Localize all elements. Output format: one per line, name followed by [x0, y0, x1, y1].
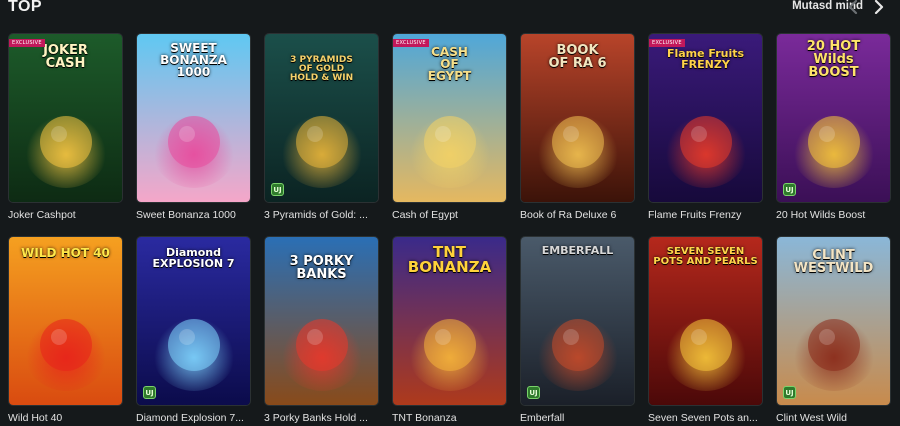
game-title[interactable]: 3 Pyramids of Gold: ... [264, 209, 392, 221]
game-tile[interactable]: 3 PYRAMIDS OF GOLD HOLD & WIN UJ 3 Pyramid… [264, 33, 379, 221]
new-badge: UJ [271, 183, 284, 196]
game-thumbnail[interactable]: CLINT WESTWILD UJ [776, 236, 891, 406]
game-title[interactable]: 3 Porky Banks Hold ... [264, 412, 392, 424]
game-title[interactable]: TNT Bonanza [392, 412, 520, 424]
game-logo: 3 PORKY BANKS [289, 254, 354, 282]
game-thumbnail[interactable]: 3 PYRAMIDS OF GOLD HOLD & WIN UJ [264, 33, 379, 203]
game-thumbnail[interactable]: JOKER CASH EXCLUSIVE [8, 33, 123, 203]
game-title[interactable]: Diamond Explosion 7... [136, 412, 264, 424]
game-title[interactable]: Wild Hot 40 [8, 412, 136, 424]
game-title[interactable]: Joker Cashpot [8, 209, 136, 221]
new-badge: UJ [143, 386, 156, 399]
game-title[interactable]: Book of Ra Deluxe 6 [520, 209, 648, 221]
game-logo: SEVEN SEVEN POTS AND PEARLS [653, 246, 758, 267]
game-tile[interactable]: WILD HOT 40 Wild Hot 40 [8, 236, 123, 424]
game-tile[interactable]: CASH OF EGYPT EXCLUSIVE Cash of Egypt [392, 33, 507, 221]
game-tile[interactable]: Flame Fruits FRENZY EXCLUSIVE Flame Fruits… [648, 33, 763, 221]
game-logo: 20 HOT Wilds BOOST [806, 39, 861, 80]
exclusive-ribbon: EXCLUSIVE [393, 39, 429, 47]
chevron-left-icon[interactable] [846, 0, 860, 15]
game-artwork [9, 237, 122, 405]
game-title[interactable]: Flame Fruits Frenzy [648, 209, 776, 221]
game-thumbnail[interactable]: CASH OF EGYPT EXCLUSIVE [392, 33, 507, 203]
game-tile[interactable]: SEVEN SEVEN POTS AND PEARLS Seven Seven P… [648, 236, 763, 424]
game-logo: CLINT WESTWILD [793, 248, 874, 276]
game-tile[interactable]: SWEET BONANZA 1000 Sweet Bonanza 1000 [136, 33, 251, 221]
exclusive-ribbon: EXCLUSIVE [649, 39, 685, 47]
game-thumbnail[interactable]: WILD HOT 40 [8, 236, 123, 406]
game-thumbnail[interactable]: TNT BONANZA [392, 236, 507, 406]
section-header: TOP Mutasd mind [0, 0, 900, 22]
game-title[interactable]: 20 Hot Wilds Boost [776, 209, 900, 221]
game-title[interactable]: Emberfall [520, 412, 648, 424]
game-logo: BOOK OF RA 6 [548, 43, 607, 71]
game-logo: SWEET BONANZA 1000 [160, 41, 227, 79]
game-artwork [521, 237, 634, 405]
game-tile[interactable]: JOKER CASH EXCLUSIVE Joker Cashpot [8, 33, 123, 221]
game-tile[interactable]: Diamond EXPLOSION 7 UJ Diamond Explosion 7… [136, 236, 251, 424]
game-tile[interactable]: EMBERFALL UJ Emberfall [520, 236, 635, 424]
game-logo: WILD HOT 40 [21, 246, 110, 260]
game-thumbnail[interactable]: 3 PORKY BANKS [264, 236, 379, 406]
game-logo: EMBERFALL [541, 244, 614, 257]
game-logo: Diamond EXPLOSION 7 [152, 246, 235, 270]
game-tile[interactable]: BOOK OF RA 6 Book of Ra Deluxe 6 [520, 33, 635, 221]
game-title[interactable]: Cash of Egypt [392, 209, 520, 221]
game-logo: Flame Fruits FRENZY [666, 47, 745, 71]
new-badge: UJ [783, 183, 796, 196]
game-logo: TNT BONANZA [407, 243, 492, 276]
game-thumbnail[interactable]: Flame Fruits FRENZY EXCLUSIVE [648, 33, 763, 203]
game-title[interactable]: Clint West Wild [776, 412, 900, 424]
section-title: TOP [8, 0, 43, 15]
game-thumbnail[interactable]: BOOK OF RA 6 [520, 33, 635, 203]
game-logo: CASH OF EGYPT [427, 45, 472, 83]
game-logo: 3 PYRAMIDS OF GOLD HOLD & WIN [289, 55, 354, 83]
game-thumbnail[interactable]: EMBERFALL UJ [520, 236, 635, 406]
game-thumbnail[interactable]: SWEET BONANZA 1000 [136, 33, 251, 203]
game-tile[interactable]: CLINT WESTWILD UJ Clint West Wild [776, 236, 891, 424]
new-badge: UJ [527, 386, 540, 399]
game-tile[interactable]: 3 PORKY BANKS 3 Porky Banks Hold ... [264, 236, 379, 424]
exclusive-ribbon: EXCLUSIVE [9, 39, 45, 47]
game-logo: JOKER CASH [43, 43, 88, 71]
new-badge: UJ [783, 386, 796, 399]
game-thumbnail[interactable]: Diamond EXPLOSION 7 UJ [136, 236, 251, 406]
game-title[interactable]: Sweet Bonanza 1000 [136, 209, 264, 221]
game-tile[interactable]: TNT BONANZA TNT Bonanza [392, 236, 507, 424]
game-thumbnail[interactable]: 20 HOT Wilds BOOST UJ [776, 33, 891, 203]
game-title[interactable]: Seven Seven Pots an... [648, 412, 776, 424]
game-thumbnail[interactable]: SEVEN SEVEN POTS AND PEARLS [648, 236, 763, 406]
chevron-right-icon[interactable] [872, 0, 886, 15]
game-tile[interactable]: 20 HOT Wilds BOOST UJ 20 Hot Wilds Boost [776, 33, 891, 221]
